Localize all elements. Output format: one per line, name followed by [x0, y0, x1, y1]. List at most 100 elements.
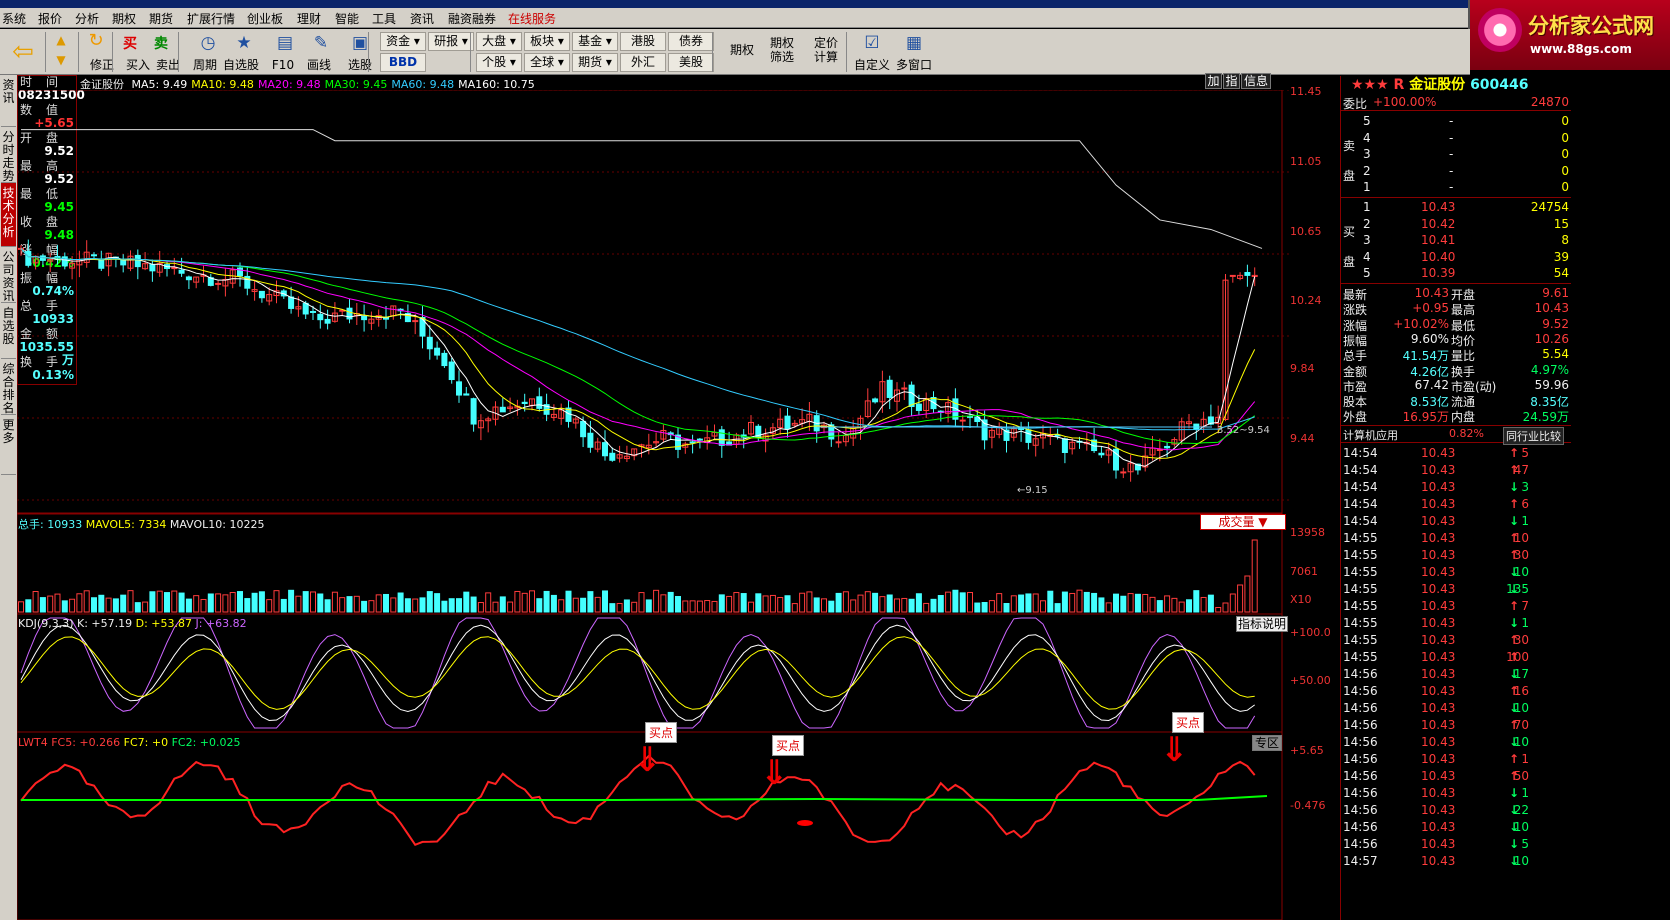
indicator-help-button[interactable]: 指标说明 [1236, 616, 1288, 632]
lwt-axis-1: -0.476 [1290, 799, 1326, 812]
sell-icon[interactable]: 卖 [151, 35, 171, 53]
toolbar-btn-11[interactable]: 美股 [668, 53, 714, 72]
left-tab-0[interactable]: 资讯 [1, 75, 16, 127]
flower-logo-icon [1478, 8, 1522, 52]
volume-bar-19 [156, 590, 163, 613]
toolbar-label-2[interactable]: 卖出 [149, 58, 187, 72]
volume-bar-65 [492, 601, 499, 613]
kdj-j-line [20, 617, 1256, 729]
sell-price: - [1449, 114, 1454, 128]
left-tab-5[interactable]: 综合排名 [1, 359, 16, 415]
volume-bar-75 [565, 590, 572, 613]
chart-btn-0[interactable]: 加 [1205, 73, 1222, 89]
menu-3[interactable]: 期权 [112, 10, 136, 27]
volume-bar-46 [353, 595, 360, 613]
toolbar-label-3[interactable]: 周期 [186, 58, 224, 72]
left-tab-2[interactable]: 技术分析 [1, 183, 16, 247]
volume-bar-30 [237, 591, 243, 613]
candle-body-119 [886, 379, 893, 398]
toolbar-btn-1[interactable]: 研报 ▾ [428, 32, 474, 51]
candle-body-47 [361, 315, 368, 321]
menu-2[interactable]: 分析 [75, 10, 99, 27]
toolbar-btn-5[interactable]: 港股 [620, 32, 666, 51]
volume-bar-31 [244, 598, 251, 613]
toolbar-btn-7[interactable]: 个股 ▾ [476, 53, 522, 72]
toolbar-label-9[interactable]: 多窗口 [895, 58, 933, 72]
toolbar-btn-8[interactable]: 全球 ▾ [524, 53, 570, 72]
toolbar-btn-6[interactable]: 债券 [668, 32, 714, 51]
menu-5[interactable]: 扩展行情 [187, 10, 235, 27]
menu-6[interactable]: 创业板 [247, 10, 283, 27]
site-logo: 分析家公式网 www.88gs.com [1468, 0, 1670, 70]
toolbar-label-8[interactable]: 自定义 [853, 58, 891, 72]
volume-bar-95 [711, 600, 718, 613]
volume-bar-145 [1076, 589, 1083, 613]
toolbar-btn-4[interactable]: 基金 ▾ [572, 32, 618, 51]
menu-11[interactable]: 融资融券 [448, 10, 496, 27]
custom-icon[interactable]: ☑ [860, 33, 884, 53]
candle-body-112 [835, 441, 842, 444]
toolbar-btn-3[interactable]: 板块 ▾ [524, 32, 570, 51]
menu-10[interactable]: 资讯 [410, 10, 434, 27]
menu-1[interactable]: 报价 [38, 10, 62, 27]
weibi-value: +100.00% [1373, 95, 1437, 109]
chart-btn-1[interactable]: 指 [1223, 73, 1240, 89]
toolbar-btn-9[interactable]: 期货 ▾ [572, 53, 618, 72]
price-axis-4: 9.84 [1290, 362, 1315, 375]
tick-volume: 6 [1521, 497, 1529, 511]
wide-btn-2[interactable]: 定价 计算 [806, 36, 846, 64]
kdj-axis-0: +100.0 [1290, 626, 1331, 639]
menu-12[interactable]: 在线服务 [508, 10, 556, 27]
tick-time: 14:55 [1343, 633, 1378, 647]
f10-icon[interactable]: ▤ [273, 33, 297, 53]
volume-bar-13 [112, 598, 119, 613]
chart-btn-2[interactable]: 信息 [1241, 73, 1271, 89]
toolbar-label-5[interactable]: F10 [264, 58, 302, 72]
star-icon[interactable]: ★ [232, 33, 256, 53]
pencil-icon[interactable]: ✎ [309, 33, 333, 53]
tick-time: 14:56 [1343, 701, 1378, 715]
left-tab-1[interactable]: 分时走势 [1, 127, 16, 183]
volume-bar-121 [901, 597, 908, 613]
toolbar-label-6[interactable]: 画线 [300, 58, 338, 72]
tick-time: 14:55 [1343, 599, 1378, 613]
multiwindow-icon[interactable]: ▦ [902, 33, 926, 53]
left-tab-4[interactable]: 自选股 [1, 303, 16, 359]
up-arrow-icon[interactable]: ▲ [52, 33, 70, 47]
stat-value-a: 16.95万 [1402, 410, 1449, 425]
volume-bar-87 [653, 589, 660, 613]
buy-icon[interactable]: 买 [120, 35, 140, 53]
candle-body-80 [602, 442, 608, 457]
toolbar-btn-0[interactable]: 资金 ▾ [380, 32, 426, 51]
tick-row: 14:56 10.43 10 ↓ [1341, 700, 1571, 717]
zone-button[interactable]: 专区 [1252, 735, 1282, 751]
bbd-button[interactable]: BBD [380, 53, 426, 72]
toolbar-label-4[interactable]: 自选股 [222, 58, 260, 72]
volume-indicator-select[interactable]: 成交量 ▼ [1200, 514, 1286, 530]
buy-level: 5 [1363, 266, 1371, 280]
toolbar-label-7[interactable]: 选股 [341, 58, 379, 72]
menu-8[interactable]: 智能 [335, 10, 359, 27]
sell-qty: 0 [1561, 130, 1569, 145]
wide-btn-1[interactable]: 期权 筛选 [762, 36, 802, 64]
menu-7[interactable]: 理财 [297, 10, 321, 27]
wide-btn-0[interactable]: 期权 [722, 43, 762, 57]
left-tab-6[interactable]: 更多 [1, 415, 16, 475]
kdj-chart-frame [17, 613, 1283, 733]
buy-row-5: 5 10.39 54 [1341, 265, 1571, 282]
menu-9[interactable]: 工具 [372, 10, 396, 27]
tick-price: 10.43 [1421, 786, 1456, 800]
back-arrow-icon[interactable]: ⇦ [8, 37, 38, 67]
volume-bar-108 [806, 591, 813, 613]
left-tab-3[interactable]: 公司资讯 [1, 247, 16, 303]
menu-0[interactable]: 系统 [2, 10, 26, 27]
tick-price: 10.43 [1421, 718, 1456, 732]
toolbar-label-0[interactable]: 修正 [83, 58, 121, 72]
refresh-icon[interactable]: ↻ [84, 31, 108, 51]
toolbar-btn-2[interactable]: 大盘 ▾ [476, 32, 522, 51]
menu-4[interactable]: 期货 [149, 10, 173, 27]
compare-button[interactable]: 同行业比较 [1503, 427, 1564, 445]
down-arrow-icon[interactable]: ▼ [52, 53, 70, 67]
toolbar-btn-10[interactable]: 外汇 [620, 53, 666, 72]
clock-icon[interactable]: ◷ [196, 33, 220, 53]
